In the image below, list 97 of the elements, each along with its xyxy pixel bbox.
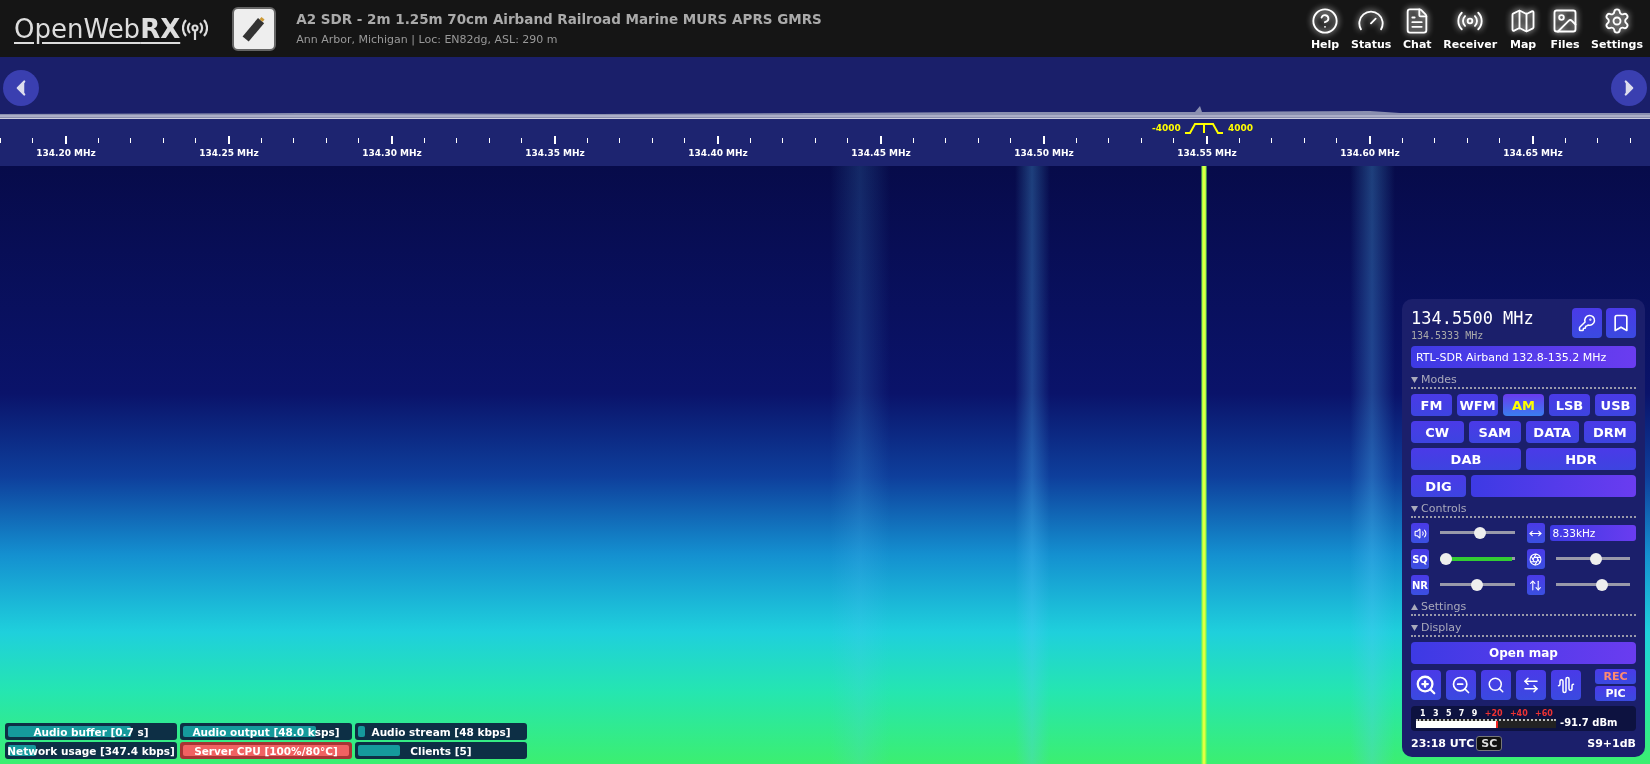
scroll-right-button[interactable]: [1611, 69, 1647, 106]
status-meter-label: Audio buffer [0.7 s]: [33, 725, 149, 738]
mode-button[interactable]: SAM: [1468, 421, 1521, 443]
mode-button[interactable]: DRM: [1583, 421, 1636, 443]
caret-icon: [1411, 603, 1418, 610]
mode-button[interactable]: DAB: [1411, 448, 1521, 470]
offset-frequency: 134.5333 MHz: [1411, 330, 1485, 341]
zoom-in-icon: [1415, 674, 1437, 696]
bookmark-icon: [1611, 313, 1631, 333]
filter-high-label: 4000: [1228, 123, 1254, 133]
frequency-label: 134.25 MHz: [199, 148, 259, 158]
frequency-label: 134.65 MHz: [1503, 148, 1563, 158]
arrows-icon: [1522, 676, 1540, 694]
logo-text: OpenWebRX: [14, 13, 181, 44]
receiver-nav-button[interactable]: Receiver: [1440, 6, 1501, 51]
frequency-label: 134.30 MHz: [362, 148, 422, 158]
zoom-in-button[interactable]: [1411, 670, 1441, 700]
status-nav-button[interactable]: Status: [1348, 6, 1395, 51]
frequency-label: 134.60 MHz: [1340, 148, 1400, 158]
volume-icon[interactable]: [1411, 523, 1429, 543]
files-nav-button[interactable]: Files: [1546, 6, 1585, 51]
caret-icon: [1411, 624, 1418, 631]
section-label: Modes: [1421, 373, 1457, 386]
settings-nav-button[interactable]: Settings: [1588, 6, 1646, 51]
squelch-button[interactable]: SQ: [1411, 549, 1429, 569]
mode-button[interactable]: FM: [1411, 394, 1452, 416]
mode-button[interactable]: USB: [1595, 394, 1636, 416]
s-meter-label: 7: [1458, 709, 1465, 718]
s-meter-label: +20: [1484, 709, 1503, 718]
zoom-span-button[interactable]: [1516, 670, 1546, 700]
slider-thumb[interactable]: [1471, 579, 1484, 591]
caret-icon: [1411, 505, 1418, 512]
section-header[interactable]: Settings: [1411, 600, 1636, 616]
s-unit-reading: S9+1dB: [1587, 737, 1636, 750]
frequency-label: 134.40 MHz: [688, 148, 748, 158]
slider-thumb[interactable]: [1596, 579, 1609, 591]
picture-button[interactable]: PIC: [1595, 686, 1636, 701]
caret-icon: [1411, 376, 1418, 383]
chat-nav-button[interactable]: Chat: [1398, 6, 1437, 51]
status-meter-label: Audio output [48.0 ksps]: [192, 725, 340, 738]
s-meter-label: +40: [1509, 709, 1528, 718]
status-meter-label: Network usage [347.4 kbps]: [7, 744, 175, 757]
help-nav-button[interactable]: Help: [1306, 6, 1345, 51]
waveform-button[interactable]: [1551, 670, 1581, 700]
sc-badge[interactable]: SC: [1476, 736, 1503, 751]
frequency-label: 134.50 MHz: [1014, 148, 1074, 158]
signal-reading: -91.7 dBm: [1560, 717, 1618, 728]
mode-button[interactable]: DATA: [1526, 421, 1579, 443]
section-header[interactable]: Controls: [1411, 502, 1636, 518]
zoom-band-button[interactable]: [1481, 670, 1511, 700]
status-meter-label: Server CPU [100%/80°C]: [194, 744, 338, 757]
slider-thumb[interactable]: [1440, 553, 1452, 565]
filter-low-label: -4000: [1152, 123, 1181, 133]
mode-button[interactable]: HDR: [1526, 448, 1636, 470]
section-label: Settings: [1421, 600, 1467, 613]
slider-thumb[interactable]: [1589, 553, 1602, 565]
zoom-out-icon: [1451, 675, 1471, 695]
bookmark-button[interactable]: [1606, 308, 1636, 338]
frequency-label: 134.35 MHz: [525, 148, 585, 158]
frequency-label: 134.20 MHz: [36, 148, 96, 158]
waveform-icon: [1557, 676, 1575, 694]
clock-time: 23:18 UTC: [1411, 737, 1475, 750]
receiver-title: A2 SDR - 2m 1.25m 70cm Airband Railroad Marine MURS APRS GMRS: [296, 11, 823, 27]
section-label: Display: [1421, 621, 1462, 634]
map-nav-button[interactable]: Map: [1504, 6, 1543, 51]
s-meter-label: +60: [1535, 709, 1553, 718]
keys-button[interactable]: [1572, 308, 1602, 338]
s-meter-label: 9: [1471, 709, 1478, 718]
mode-button[interactable]: LSB: [1549, 394, 1590, 416]
s-meter-label: 3: [1432, 709, 1439, 718]
mode-button[interactable]: WFM: [1457, 394, 1498, 416]
open-map-button[interactable]: Open map: [1411, 642, 1636, 664]
search-icon: [1487, 676, 1505, 694]
frequency-label: 134.45 MHz: [851, 148, 911, 158]
section-header[interactable]: Modes: [1411, 373, 1636, 389]
mode-button[interactable]: AM: [1503, 394, 1544, 416]
profile-select[interactable]: RTL-SDR Airband 132.8-135.2 MHz: [1411, 346, 1636, 368]
scroll-left-button[interactable]: [3, 69, 39, 106]
help-icon: [1311, 6, 1340, 35]
zoom-out-button[interactable]: [1446, 670, 1476, 700]
receiver-location: Ann Arbor, Michigan | Loc: EN82dg, ASL: 290 m: [296, 33, 559, 46]
mode-button[interactable]: CW: [1411, 421, 1464, 443]
status-meter-label: Clients [5]: [410, 744, 472, 757]
frequency-display[interactable]: 134.5500 MHz: [1411, 308, 1534, 328]
s-meter-label: 5: [1445, 709, 1452, 718]
s-meter-label: 1: [1420, 709, 1426, 718]
status-meter-label: Audio stream [48 kbps]: [371, 725, 511, 738]
slider-track[interactable]: [1440, 553, 1515, 565]
slider-thumb[interactable]: [1474, 527, 1487, 539]
key-icon: [1578, 314, 1596, 332]
frequency-label: 134.55 MHz: [1177, 148, 1237, 158]
mode-button[interactable]: DIG: [1411, 475, 1466, 497]
section-header[interactable]: Display: [1411, 621, 1636, 637]
noise-reduction-button[interactable]: NR: [1411, 575, 1429, 595]
section-label: Controls: [1421, 502, 1467, 515]
bandwidth-field[interactable]: 8.33kHz: [1549, 525, 1636, 541]
filter-passband-icon[interactable]: [1184, 122, 1224, 134]
